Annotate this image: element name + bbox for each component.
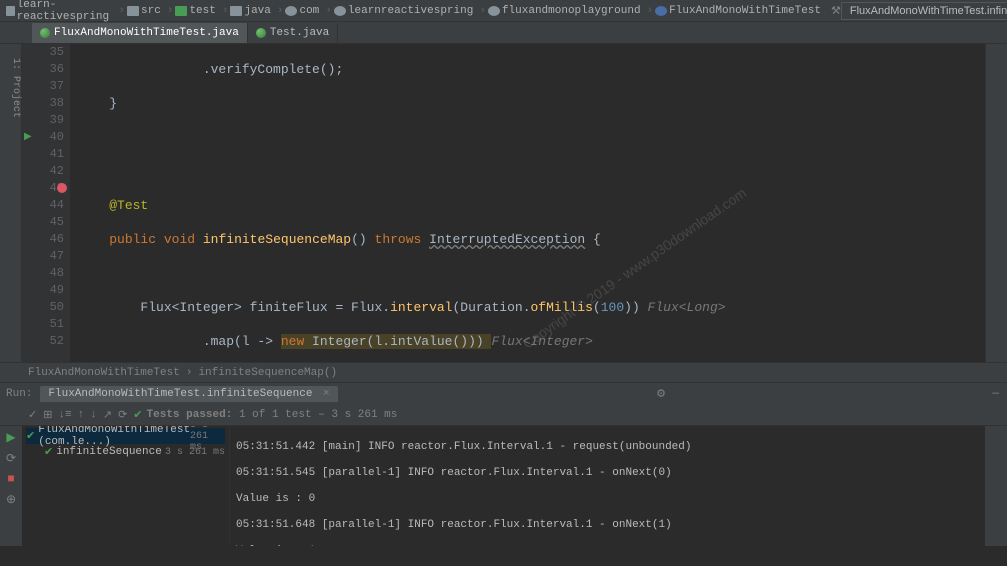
package-icon: [488, 6, 500, 16]
folder-icon: [230, 6, 242, 16]
check-icon: ✔: [44, 445, 53, 459]
editor-tabs: FluxAndMonoWithTimeTest.java Test.java: [0, 22, 1007, 44]
test-tree[interactable]: ✔FluxAndMonoWithTimeTest (com.le...)3 s …: [22, 426, 230, 546]
breadcrumb-bar: learn-reactivespring› src› test› java› c…: [0, 0, 1007, 22]
right-tool-strip: [985, 44, 1007, 362]
export-icon[interactable]: ↗: [103, 408, 112, 422]
class-icon: [655, 6, 667, 16]
check-icon: ✔: [26, 429, 35, 443]
code-editor[interactable]: .verifyComplete(); } @Test public void i…: [70, 44, 985, 362]
test-folder-icon: [175, 6, 187, 16]
history-icon[interactable]: ⟳: [118, 408, 127, 422]
test-child[interactable]: ✔infiniteSequence3 s 261 ms: [26, 444, 225, 460]
breakpoint-icon[interactable]: [57, 183, 67, 193]
bc-root[interactable]: learn-reactivespring: [17, 0, 113, 23]
test-root[interactable]: ✔FluxAndMonoWithTimeTest (com.le...)3 s …: [26, 428, 225, 444]
stop-button[interactable]: ■: [7, 472, 14, 486]
test-status-detail: 1 of 1 test – 3 s 261 ms: [239, 409, 397, 421]
toggle-button[interactable]: ⟳: [6, 451, 16, 466]
hide-icon[interactable]: —: [992, 388, 999, 400]
console-body: ▶ ⟳ ■ ⊕ ✔FluxAndMonoWithTimeTest (com.le…: [0, 426, 1007, 546]
run-gutter-icon[interactable]: ▶: [24, 129, 32, 146]
build-icon[interactable]: ⚒: [831, 4, 841, 18]
pin-icon[interactable]: ⊕: [6, 492, 16, 507]
console-output[interactable]: 05:31:51.442 [main] INFO reactor.Flux.In…: [230, 426, 985, 546]
bc-java[interactable]: java: [244, 5, 270, 17]
test-icon: [256, 28, 266, 38]
close-icon[interactable]: ×: [316, 388, 329, 400]
bc-test[interactable]: test: [189, 5, 215, 17]
test-toolbar: ✓ ⊞ ↓≡ ↑ ↓ ↗ ⟳ ✔ Tests passed: 1 of 1 te…: [0, 404, 1007, 426]
package-icon: [334, 6, 346, 16]
folder-icon: [6, 6, 15, 16]
tab-test[interactable]: Test.java: [248, 23, 338, 43]
bc-pkg1[interactable]: learnreactivespring: [348, 5, 473, 17]
filter-icon[interactable]: ✓: [28, 408, 37, 422]
tab-label: Test.java: [270, 27, 329, 39]
line-gutter[interactable]: 35 36 37 38 39 ▶40 41 42 43 44 45 46 47 …: [22, 44, 70, 362]
sort-icon[interactable]: ↓≡: [58, 409, 71, 421]
package-icon: [285, 6, 297, 16]
run-panel-header: Run: FluxAndMonoWithTimeTest.infiniteSeq…: [0, 382, 1007, 404]
run-tab[interactable]: FluxAndMonoWithTimeTest.infiniteSequence…: [40, 386, 337, 402]
editor-area: 1: Project 35 36 37 38 39 ▶40 41 42 43 4…: [0, 44, 1007, 362]
run-side-toolbar: ▶ ⟳ ■ ⊕: [0, 426, 22, 546]
prev-icon[interactable]: ↑: [78, 409, 85, 421]
rerun-button[interactable]: ▶: [6, 430, 15, 445]
test-status: Tests passed:: [147, 409, 233, 421]
gear-icon[interactable]: ⚙: [656, 387, 666, 401]
console-right-strip: [985, 426, 1007, 546]
run-config-select[interactable]: FluxAndMonoWithTimeTest.infiniteSequence: [841, 2, 1007, 20]
bc-com[interactable]: com: [299, 5, 319, 17]
project-tool-tab[interactable]: 1: Project: [0, 44, 22, 362]
check-icon: ✔: [133, 408, 142, 422]
structure-breadcrumb[interactable]: FluxAndMonoWithTimeTest›infiniteSequence…: [0, 362, 1007, 382]
bc-src[interactable]: src: [141, 5, 161, 17]
folder-icon: [127, 6, 139, 16]
bc-class[interactable]: FluxAndMonoWithTimeTest: [669, 5, 821, 17]
collapse-icon[interactable]: ⊞: [43, 408, 52, 422]
tab-label: FluxAndMonoWithTimeTest.java: [54, 27, 239, 39]
bc-pkg2[interactable]: fluxandmonoplayground: [502, 5, 641, 17]
test-icon: [40, 28, 50, 38]
tab-fluxtest[interactable]: FluxAndMonoWithTimeTest.java: [32, 23, 248, 43]
next-icon[interactable]: ↓: [90, 409, 97, 421]
run-label: Run:: [6, 388, 32, 400]
